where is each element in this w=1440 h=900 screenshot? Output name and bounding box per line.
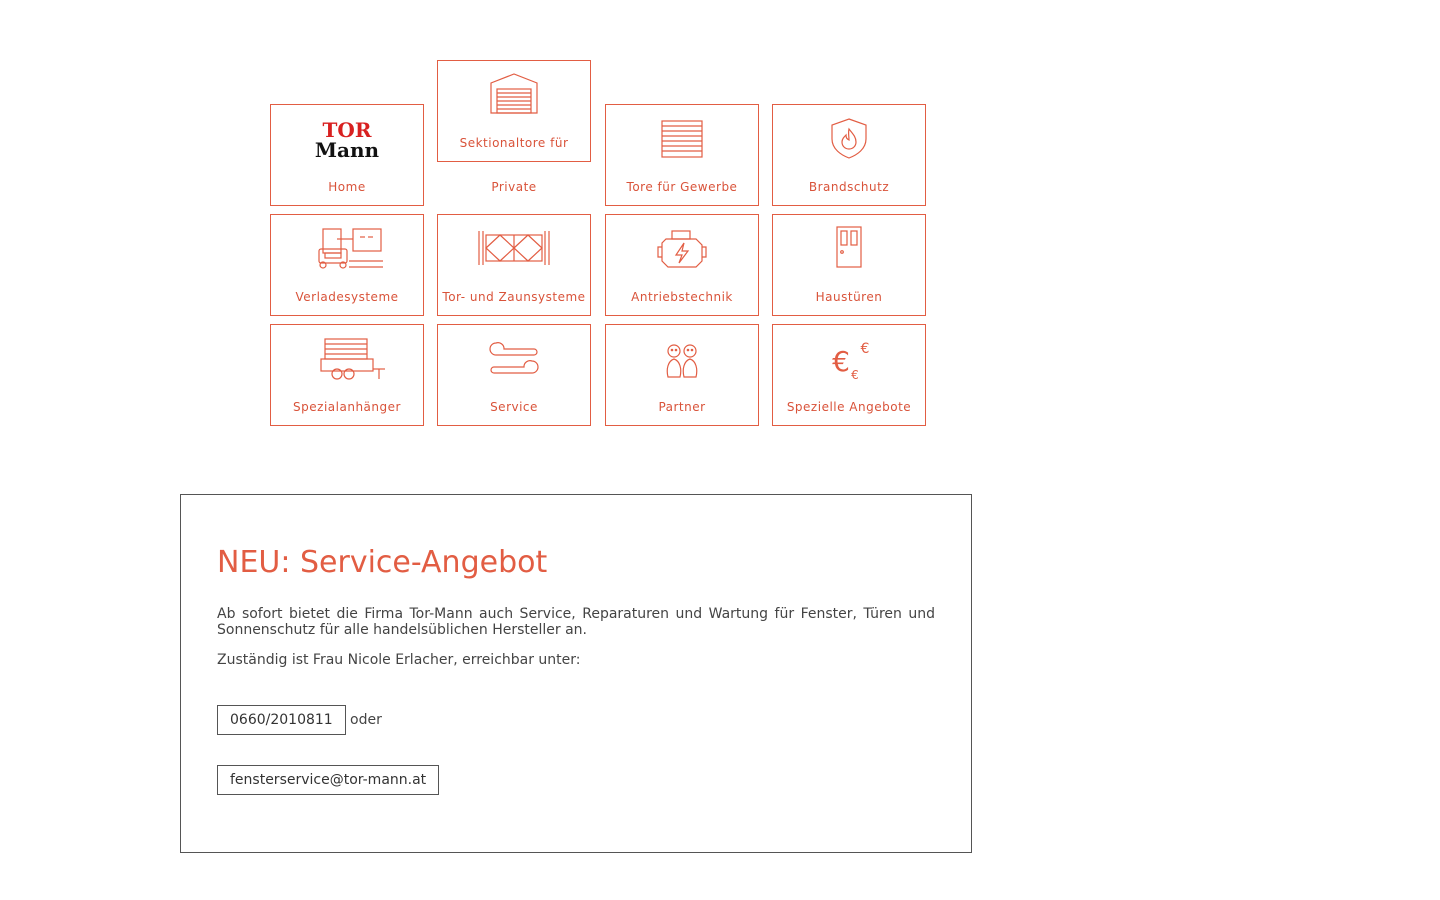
panel-paragraph-1: Ab sofort bietet die Firma Tor-Mann auch… bbox=[217, 606, 935, 638]
phone-button[interactable]: 0660/2010811 bbox=[217, 705, 346, 735]
nav-label-home: Home bbox=[328, 180, 366, 194]
nav-tile-haustueren[interactable]: Haustüren bbox=[772, 214, 926, 316]
service-offer-panel: NEU: Service-Angebot Ab sofort bietet di… bbox=[180, 494, 972, 853]
nav-label-antrieb: Antriebstechnik bbox=[631, 290, 733, 304]
nav-tile-partner[interactable]: Partner bbox=[605, 324, 759, 426]
garage-icon bbox=[438, 71, 590, 117]
nav-tile-spezialanhaenger[interactable]: Spezialanhänger bbox=[270, 324, 424, 426]
nav-tile-tor-zaun[interactable]: Tor- und Zaunsysteme bbox=[437, 214, 591, 316]
nav-tile-sektionaltore[interactable]: Sektionaltore für bbox=[437, 60, 591, 162]
motor-icon bbox=[606, 225, 758, 271]
tor-mann-logo: TOR Mann bbox=[271, 115, 423, 161]
nav-label-haustueren: Haustüren bbox=[815, 290, 883, 304]
nav-tile-verladesysteme[interactable]: Verladesysteme bbox=[270, 214, 424, 316]
fire-shield-icon bbox=[773, 115, 925, 161]
or-text: oder bbox=[350, 712, 382, 728]
nav-label-partner: Partner bbox=[658, 400, 706, 414]
fence-gate-icon bbox=[438, 225, 590, 271]
svg-text:€: € bbox=[832, 345, 850, 378]
nav-label-tore-gewerbe: Tore für Gewerbe bbox=[626, 180, 738, 194]
svg-text:Mann: Mann bbox=[315, 138, 380, 161]
nav-tile-brandschutz[interactable]: Brandschutz bbox=[772, 104, 926, 206]
nav-label-tor-zaun: Tor- und Zaunsysteme bbox=[442, 290, 586, 304]
nav-label-sektionaltore: Sektionaltore für bbox=[459, 136, 569, 150]
nav-label-angebote: Spezielle Angebote bbox=[786, 400, 912, 414]
nav-tile-service[interactable]: Service bbox=[437, 324, 591, 426]
shutter-icon bbox=[606, 115, 758, 161]
trailer-icon bbox=[271, 335, 423, 381]
euro-icon: € € € bbox=[773, 335, 925, 381]
nav-tile-home[interactable]: TOR Mann Home bbox=[270, 104, 424, 206]
svg-text:€: € bbox=[861, 341, 870, 357]
nav-label-service: Service bbox=[490, 400, 538, 414]
wrench-icon bbox=[438, 335, 590, 381]
nav-label-verladesysteme: Verladesysteme bbox=[295, 290, 399, 304]
nav-tile-tore-gewerbe[interactable]: Tore für Gewerbe bbox=[605, 104, 759, 206]
truck-dock-icon bbox=[271, 225, 423, 271]
panel-title: NEU: Service-Angebot bbox=[217, 545, 548, 580]
door-icon bbox=[773, 225, 925, 271]
nav-label-spezialanhaenger: Spezialanhänger bbox=[293, 400, 401, 414]
partner-icon bbox=[606, 335, 758, 381]
email-button[interactable]: fensterservice@tor-mann.at bbox=[217, 765, 440, 795]
nav-tile-angebote[interactable]: € € € Spezielle Angebote bbox=[772, 324, 926, 426]
nav-label-brandschutz: Brandschutz bbox=[808, 180, 890, 194]
nav-tile-antrieb[interactable]: Antriebstechnik bbox=[605, 214, 759, 316]
panel-paragraph-2: Zuständig ist Frau Nicole Erlacher, erre… bbox=[217, 652, 581, 668]
svg-text:€: € bbox=[851, 368, 859, 381]
nav-label-sektionaltore-private[interactable]: Private bbox=[438, 180, 590, 194]
